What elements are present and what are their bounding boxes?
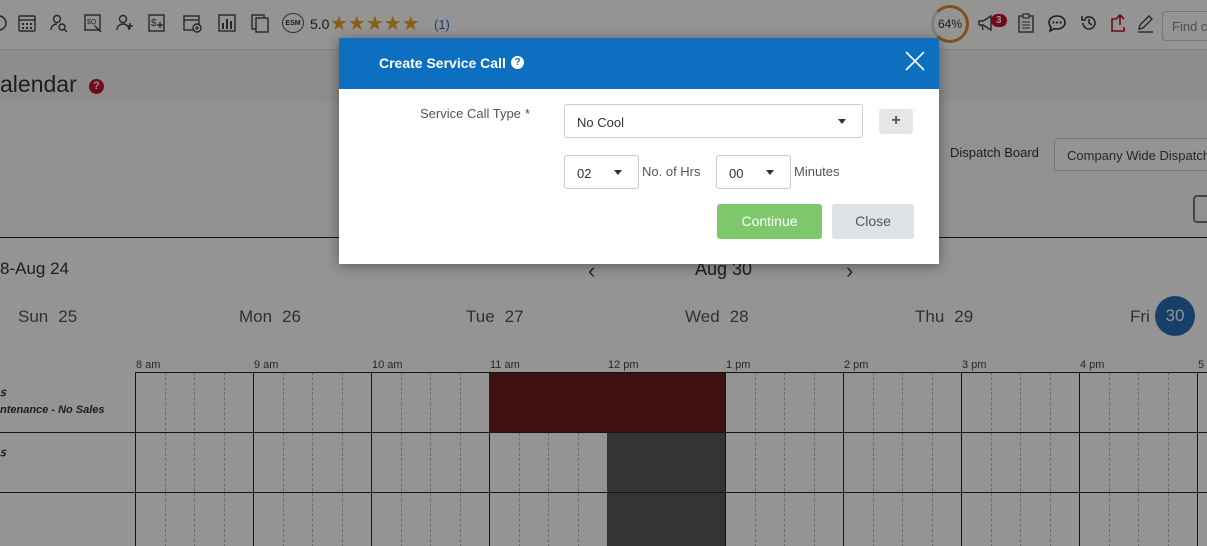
add-service-type-button[interactable]: + [879, 109, 913, 134]
modal-title: Create Service Call [379, 55, 506, 71]
label-text: Service Call Type [420, 106, 521, 121]
close-icon[interactable] [904, 50, 926, 72]
hours-select[interactable]: 02 [564, 155, 639, 189]
hours-label: No. of Hrs [642, 164, 701, 179]
select-value: No Cool [577, 115, 624, 130]
service-call-type-select[interactable]: No Cool [564, 104, 863, 138]
select-value: 02 [577, 166, 592, 181]
chevron-down-icon [838, 119, 846, 124]
create-service-call-modal: Create Service Call ? Service Call Type *… [339, 38, 939, 264]
required-mark: * [524, 106, 530, 121]
minutes-select[interactable]: 00 [716, 155, 791, 189]
question-icon[interactable]: ? [511, 56, 524, 69]
service-call-type-label: Service Call Type * [420, 106, 530, 121]
close-button[interactable]: Close [832, 204, 914, 239]
modal-header: Create Service Call ? [339, 38, 939, 89]
chevron-down-icon [614, 170, 622, 175]
app-root: $Q $ ESM 5.0 ★★★★★ (1) 64% 3 Find c alen… [0, 0, 1207, 546]
chevron-down-icon [766, 170, 774, 175]
continue-button[interactable]: Continue [717, 204, 822, 239]
select-value: 00 [729, 166, 744, 181]
minutes-label: Minutes [794, 164, 840, 179]
